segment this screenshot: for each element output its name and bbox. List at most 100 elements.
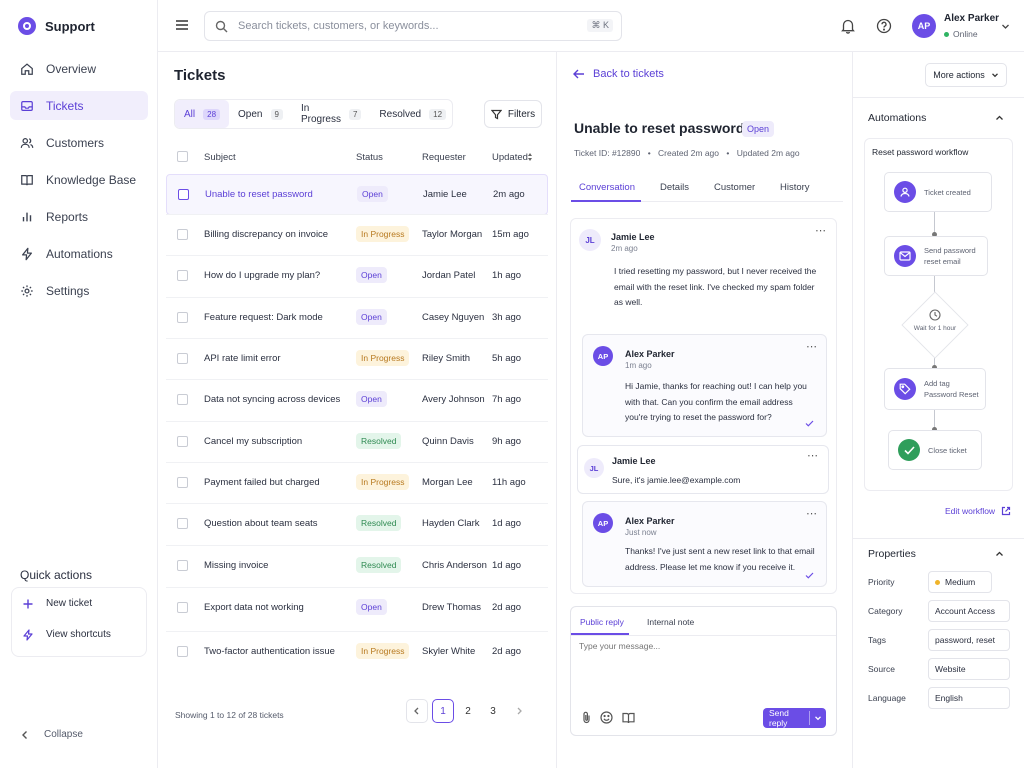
- prev-page-button[interactable]: [406, 699, 428, 723]
- source-select[interactable]: Website: [928, 658, 1010, 680]
- ticket-subject: Payment failed but charged: [204, 477, 320, 488]
- property-value: English: [935, 693, 963, 703]
- tab-customer[interactable]: Customer: [714, 182, 755, 193]
- message-menu-icon[interactable]: ⋯: [807, 449, 819, 462]
- language-select[interactable]: English: [928, 687, 1010, 709]
- table-row[interactable]: Feature request: Dark mode Open Casey Nguy…: [166, 297, 548, 338]
- tab-all[interactable]: All 28: [175, 100, 230, 128]
- table-row[interactable]: How do I upgrade my plan? Open Jordan Pate…: [166, 255, 548, 296]
- tab-details[interactable]: Details: [660, 182, 689, 193]
- tab-resolved[interactable]: Resolved 12: [370, 100, 455, 128]
- back-to-tickets-link[interactable]: Back to tickets: [573, 68, 664, 80]
- tab-internal-note[interactable]: Internal note: [647, 617, 694, 627]
- table-row[interactable]: Data not syncing across devices Open Avery…: [166, 379, 548, 420]
- table-row[interactable]: Cancel my subscription Resolved Quinn Davi…: [166, 421, 548, 462]
- edit-workflow-label: Edit workflow: [945, 506, 996, 516]
- bell-icon[interactable]: [839, 17, 857, 35]
- next-page-button[interactable]: [508, 699, 530, 723]
- knowledge-book-icon[interactable]: [622, 711, 635, 724]
- row-checkbox[interactable]: [177, 518, 188, 529]
- attachment-icon[interactable]: [581, 711, 592, 724]
- ticket-subject: Question about team seats: [204, 518, 318, 529]
- property-label-source: Source: [868, 664, 895, 674]
- row-checkbox[interactable]: [177, 602, 188, 613]
- select-all-checkbox[interactable]: [177, 151, 188, 162]
- new-ticket-button[interactable]: New ticket: [12, 588, 146, 619]
- row-checkbox[interactable]: [178, 189, 189, 200]
- divider: [853, 538, 1024, 539]
- message-menu-icon[interactable]: ⋯: [806, 507, 818, 520]
- more-actions-button[interactable]: More actions: [925, 63, 1007, 87]
- row-checkbox[interactable]: [177, 436, 188, 447]
- tab-public-reply[interactable]: Public reply: [580, 617, 624, 627]
- table-row[interactable]: API rate limit error In Progress Riley Smi…: [166, 338, 548, 379]
- filters-button[interactable]: Filters: [484, 100, 542, 128]
- workflow-node-send-email[interactable]: Send password reset email: [884, 236, 988, 276]
- message-menu-icon[interactable]: ⋯: [806, 340, 818, 353]
- table-row[interactable]: Export data not working Open Drew Thomas 2d…: [166, 587, 548, 628]
- edit-workflow-link[interactable]: Edit workflow: [945, 506, 1011, 516]
- tab-count: 12: [429, 108, 447, 120]
- sidebar-item-settings[interactable]: Settings: [10, 276, 148, 305]
- row-checkbox[interactable]: [177, 646, 188, 657]
- page-button-1[interactable]: 1: [432, 699, 454, 723]
- tickets-panel: Tickets All 28 Open 9 In Progress 7 Resolve…: [158, 52, 557, 768]
- table-row[interactable]: Payment failed but charged In Progress Mor…: [166, 462, 548, 503]
- table-row[interactable]: Billing discrepancy on invoice In Progres…: [166, 214, 548, 255]
- page-button-2[interactable]: 2: [457, 699, 479, 723]
- row-checkbox[interactable]: [177, 477, 188, 488]
- workflow-node-add-tag[interactable]: Add tag Password Reset: [884, 368, 986, 410]
- row-checkbox[interactable]: [177, 270, 188, 281]
- view-shortcuts-button[interactable]: View shortcuts: [12, 619, 146, 650]
- row-checkbox[interactable]: [177, 353, 188, 364]
- send-reply-button[interactable]: Send reply: [763, 708, 826, 728]
- reply-textarea[interactable]: [579, 641, 827, 697]
- column-updated[interactable]: Updated: [492, 152, 528, 163]
- sidebar-item-knowledge-base[interactable]: Knowledge Base: [10, 165, 148, 194]
- tab-in-progress[interactable]: In Progress 7: [292, 100, 370, 128]
- row-checkbox[interactable]: [177, 560, 188, 571]
- sidebar-item-reports[interactable]: Reports: [10, 202, 148, 231]
- chevron-up-icon[interactable]: [995, 550, 1004, 558]
- emoji-icon[interactable]: [600, 711, 613, 724]
- tab-open[interactable]: Open 9: [229, 100, 292, 128]
- table-row[interactable]: Missing invoice Resolved Chris Anderson 1d …: [166, 545, 548, 586]
- tab-history[interactable]: History: [780, 182, 810, 193]
- category-select[interactable]: Account Access: [928, 600, 1010, 622]
- chevron-down-icon[interactable]: [814, 714, 822, 722]
- table-row[interactable]: Question about team seats Resolved Hayden …: [166, 503, 548, 544]
- sidebar-item-automations[interactable]: Automations: [10, 239, 148, 268]
- help-icon[interactable]: [875, 17, 893, 35]
- ticket-meta: Ticket ID: #12890 • Created 2m ago • Upd…: [574, 148, 800, 158]
- menu-icon[interactable]: [175, 18, 189, 32]
- status-badge: Resolved: [356, 433, 402, 449]
- table-row[interactable]: Two-factor authentication issue In Progre…: [166, 631, 548, 672]
- sidebar-item-customers[interactable]: Customers: [10, 128, 148, 157]
- brand[interactable]: Support: [18, 17, 95, 35]
- priority-select[interactable]: Medium: [928, 571, 992, 593]
- search-input[interactable]: [238, 20, 578, 32]
- tab-conversation[interactable]: Conversation: [579, 182, 635, 193]
- ticket-requester: Riley Smith: [422, 353, 471, 364]
- table-row[interactable]: Unable to reset password Open Jamie Lee 2m …: [166, 174, 548, 215]
- user-avatar[interactable]: AP: [912, 14, 936, 38]
- sidebar-item-tickets[interactable]: Tickets: [10, 91, 148, 120]
- tags-field[interactable]: password, reset: [928, 629, 1010, 651]
- page-button-3[interactable]: 3: [482, 699, 504, 723]
- workflow-node-close-ticket[interactable]: Close ticket: [888, 430, 982, 470]
- chevron-up-icon[interactable]: [995, 114, 1004, 122]
- sidebar-item-overview[interactable]: Overview: [10, 54, 148, 83]
- chevron-down-icon[interactable]: [1001, 22, 1010, 31]
- search-bar: ⌘ K: [204, 11, 622, 41]
- workflow-node-ticket-created[interactable]: Ticket created: [884, 172, 992, 212]
- status-badge: In Progress: [356, 643, 410, 659]
- row-checkbox[interactable]: [177, 312, 188, 323]
- message-menu-icon[interactable]: ⋯: [815, 224, 827, 237]
- chevron-down-icon: [991, 73, 998, 78]
- sidebar-item-label: Automations: [46, 246, 113, 261]
- row-checkbox[interactable]: [177, 394, 188, 405]
- row-checkbox[interactable]: [177, 229, 188, 240]
- ticket-updated: 11h ago: [492, 477, 526, 488]
- collapse-button[interactable]: Collapse: [20, 729, 83, 740]
- sort-icon[interactable]: [527, 152, 533, 162]
